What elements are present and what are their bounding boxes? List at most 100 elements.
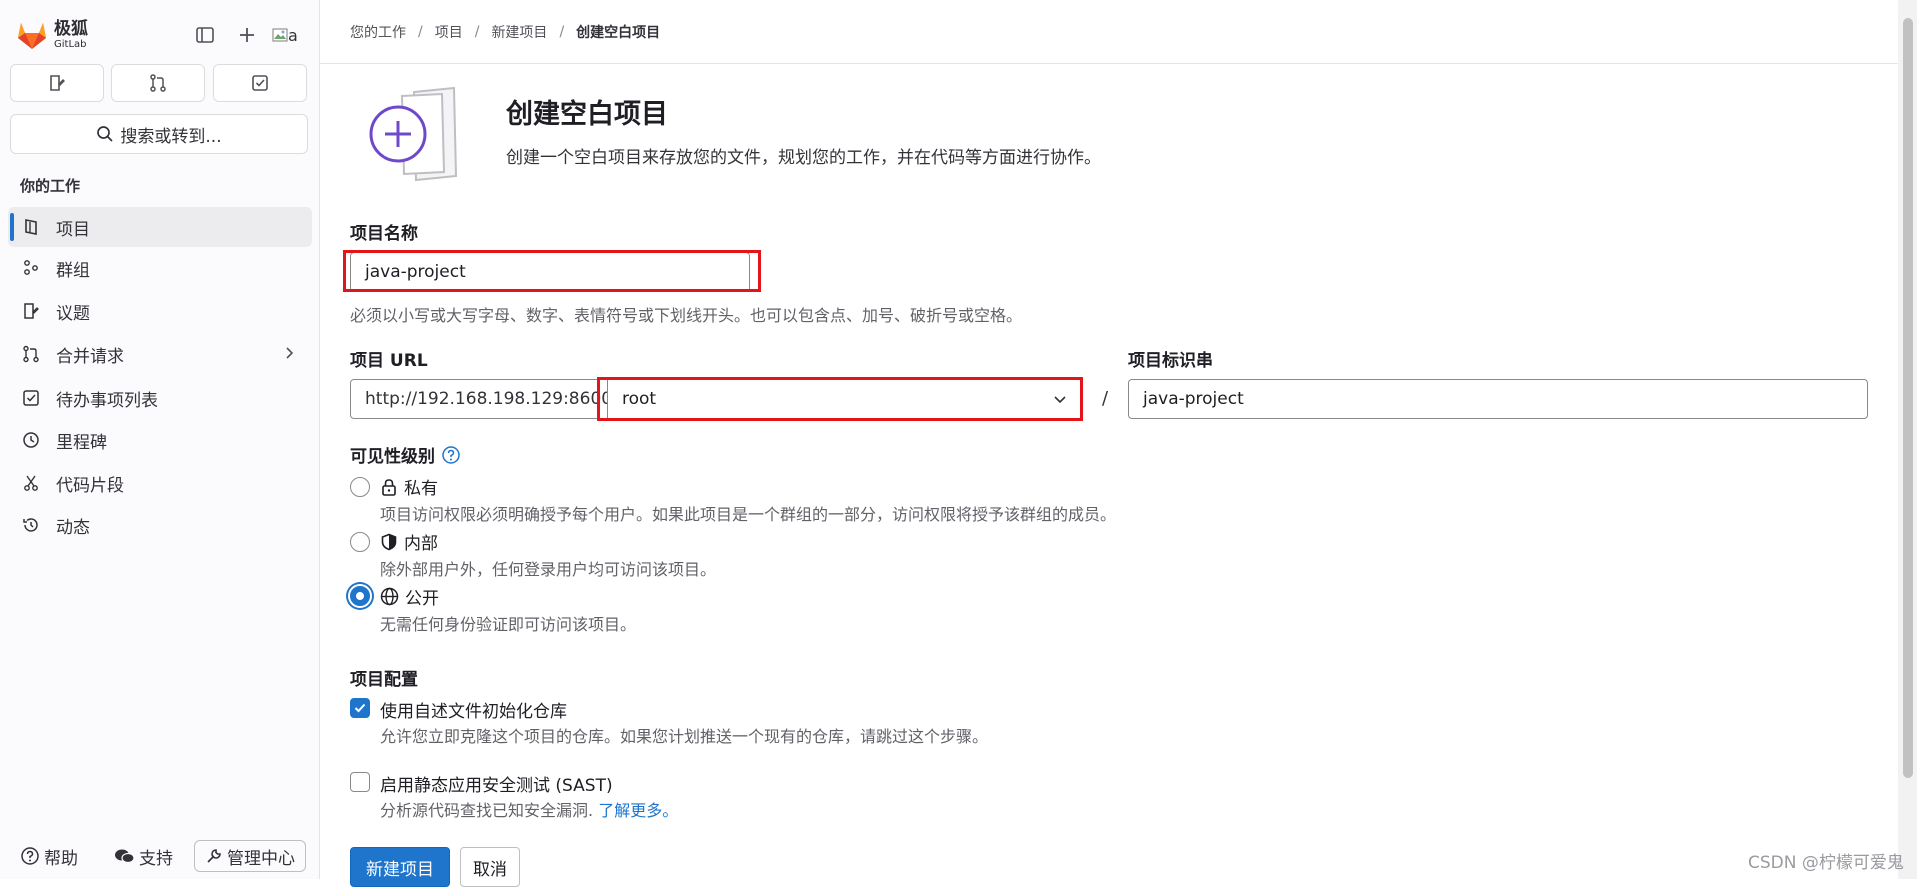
learn-more-link[interactable]: 了解更多。 (598, 801, 678, 820)
support-icon (115, 849, 135, 864)
search-button[interactable]: 搜索或转到... (10, 114, 308, 154)
toggle-sidebar-button[interactable] (192, 22, 218, 48)
todo-icon (252, 75, 268, 91)
visibility-internal-option[interactable]: 内部 (380, 529, 438, 554)
page-description: 创建一个空白项目来存放您的文件，规划您的工作，并在代码等方面进行协作。 (506, 148, 1101, 168)
breadcrumb: 您的工作 / 项目 / 新建项目 / 创建空白项目 (320, 0, 1898, 64)
breadcrumb-item[interactable]: 项目 (435, 22, 463, 42)
sidebar-item-milestones[interactable]: 里程碑 (8, 420, 312, 460)
page-title: 创建空白项目 (506, 99, 668, 130)
project-name-help: 必须以小写或大写字母、数字、表情符号或下划线开头。也可以包含点、加号、破折号或空… (350, 306, 1023, 325)
sidebar-item-label: 议题 (56, 303, 90, 324)
milestone-icon (23, 432, 39, 448)
admin-area-button[interactable]: 管理中心 (194, 840, 306, 872)
sast-label[interactable]: 启用静态应用安全测试 (SAST) (380, 771, 613, 796)
breadcrumb-item[interactable]: 您的工作 (350, 22, 406, 42)
visibility-private-option[interactable]: 私有 (380, 474, 438, 499)
admin-label: 管理中心 (227, 848, 295, 869)
visibility-internal-label: 内部 (404, 534, 438, 554)
sidebar-item-label: 待办事项列表 (56, 390, 158, 411)
sidebar-item-label: 群组 (56, 260, 90, 281)
brand[interactable]: 极狐 GitLab (16, 18, 88, 52)
breadcrumb-item[interactable]: 新建项目 (491, 22, 547, 42)
sidebar-item-activity[interactable]: 动态 (8, 505, 312, 545)
merge-requests-button[interactable] (111, 64, 205, 102)
watermark: CSDN @柠檬可爱鬼 (1748, 853, 1904, 873)
visibility-private-desc: 项目访问权限必须明确授予每个用户。如果此项目是一个群组的一部分，访问权限将授予该… (380, 505, 1117, 524)
sidebar-item-merge-requests[interactable]: 合并请求 (8, 334, 312, 374)
issues-icon (24, 303, 39, 319)
assigned-issues-button[interactable] (10, 64, 104, 102)
shield-icon (381, 533, 397, 550)
chevron-right-icon (286, 347, 294, 359)
sidebar-item-label: 项目 (56, 219, 90, 240)
highlight-box (597, 377, 1083, 421)
group-icon (24, 260, 38, 275)
readme-label[interactable]: 使用自述文件初始化仓库 (380, 697, 567, 722)
project-url-label: 项目 URL (350, 351, 428, 371)
support-label: 支持 (139, 848, 173, 869)
snippet-icon (24, 475, 38, 491)
sidebar-item-label: 里程碑 (56, 432, 107, 453)
url-slash: / (1102, 388, 1109, 409)
visibility-internal-radio[interactable] (350, 532, 370, 552)
visibility-label-row: 可见性级别 (350, 442, 461, 467)
help-icon (21, 847, 39, 865)
highlight-box (343, 250, 761, 292)
sidebar-item-issues[interactable]: 议题 (8, 291, 312, 331)
sidebar-item-todo-list[interactable]: 待办事项列表 (8, 378, 312, 418)
create-project-button[interactable]: 新建项目 (350, 847, 450, 887)
lock-icon (382, 478, 396, 496)
sidebar-item-snippets[interactable]: 代码片段 (8, 463, 312, 503)
sidebar-item-projects[interactable]: 项目 (8, 207, 312, 247)
search-icon (97, 126, 113, 142)
issues-icon (50, 75, 65, 91)
project-slug-input[interactable]: java-project (1128, 379, 1868, 419)
user-avatar[interactable]: a (272, 22, 306, 48)
section-title-your-work: 你的工作 (20, 177, 81, 195)
avatar-alt-text: a (288, 25, 298, 45)
sidebar-toggle-icon (196, 27, 214, 43)
project-slug-label: 项目标识串 (1128, 351, 1213, 371)
merge-request-icon (150, 74, 166, 92)
readme-desc: 允许您立即克隆这个项目的仓库。如果您计划推送一个现有的仓库，请跳过这个步骤。 (380, 727, 989, 746)
visibility-public-radio[interactable] (350, 586, 370, 606)
sidebar-item-groups[interactable]: 群组 (8, 248, 312, 288)
visibility-internal-desc: 除外部用户外，任何登录用户均可访问该项目。 (380, 560, 717, 579)
project-config-label: 项目配置 (350, 670, 418, 690)
sast-desc-row: 分析源代码查找已知安全漏洞. 了解更多。 (380, 797, 678, 821)
merge-request-icon (23, 345, 39, 363)
broken-image-icon (272, 28, 288, 42)
visibility-public-desc: 无需任何身份验证即可访问该项目。 (380, 615, 637, 634)
breadcrumb-separator: / (418, 23, 423, 40)
globe-icon (380, 587, 399, 606)
visibility-private-label: 私有 (404, 479, 438, 499)
support-button[interactable]: 支持 (113, 840, 173, 872)
readme-checkbox[interactable] (350, 698, 370, 718)
sidebar-item-label: 合并请求 (56, 346, 124, 367)
visibility-label: 可见性级别 (350, 447, 435, 467)
help-button[interactable]: 帮助 (20, 840, 78, 872)
cancel-button[interactable]: 取消 (460, 847, 520, 887)
help-label: 帮助 (44, 848, 78, 869)
brand-sub: GitLab (54, 38, 87, 50)
url-prefix: http://192.168.198.129:8600/ (350, 379, 618, 419)
sidebar: 极狐 GitLab a 搜索或转到... 你的工作 项目 群组 议题 合并请求 … (0, 0, 320, 879)
check-icon (354, 703, 366, 713)
sast-desc: 分析源代码查找已知安全漏洞. (380, 801, 594, 820)
sast-checkbox[interactable] (350, 772, 370, 792)
search-label: 搜索或转到... (120, 126, 222, 147)
visibility-private-radio[interactable] (350, 477, 370, 497)
scrollbar-thumb[interactable] (1903, 18, 1913, 778)
help-icon[interactable] (441, 445, 461, 465)
visibility-public-option[interactable]: 公开 (380, 584, 439, 609)
breadcrumb-separator: / (559, 23, 565, 40)
gitlab-logo-icon (18, 23, 46, 49)
wrench-icon (207, 849, 221, 863)
todo-list-button[interactable] (213, 64, 307, 102)
blank-project-illustration (369, 86, 458, 182)
create-new-button[interactable] (234, 22, 260, 48)
brand-name: 极狐 (54, 18, 88, 39)
sidebar-item-label: 动态 (56, 517, 90, 538)
breadcrumb-current[interactable]: 创建空白项目 (576, 22, 660, 42)
